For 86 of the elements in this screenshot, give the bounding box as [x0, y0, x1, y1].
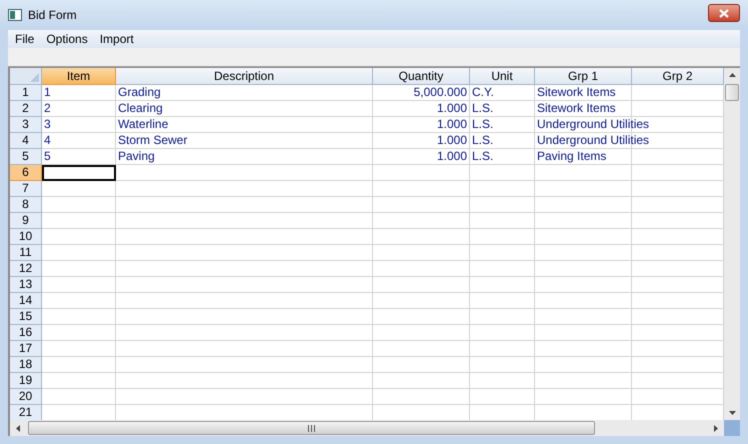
table-cell — [470, 357, 535, 373]
row-header[interactable]: 17 — [10, 341, 42, 357]
table-cell: 1.000 — [436, 117, 467, 132]
row-header[interactable]: 10 — [10, 229, 42, 245]
table-cell: Paving Items — [537, 149, 606, 164]
row-header[interactable]: 4 — [10, 133, 42, 149]
row-header[interactable]: 11 — [10, 245, 42, 261]
table-cell: 1.000 — [436, 101, 467, 116]
scroll-up-icon[interactable] — [728, 73, 736, 77]
close-button[interactable] — [708, 4, 740, 22]
table-cell: Storm Sewer — [118, 133, 188, 148]
table-cell: C.Y. — [472, 85, 494, 100]
select-all-icon — [30, 73, 39, 82]
row-header[interactable]: 19 — [10, 373, 42, 389]
row-header[interactable]: 15 — [10, 309, 42, 325]
table-cell: Sitework Items — [537, 85, 616, 100]
row-header[interactable]: 20 — [10, 389, 42, 405]
scroll-left-icon[interactable] — [16, 424, 20, 432]
grip-icon — [308, 424, 315, 432]
table-cell: 1.000 — [436, 133, 467, 148]
row-header[interactable]: 6 — [10, 165, 42, 181]
scroll-thumb[interactable] — [725, 84, 739, 101]
table-cell — [470, 373, 535, 389]
table-cell: Paving — [118, 149, 155, 164]
scroll-right-icon[interactable] — [714, 424, 718, 432]
row-header[interactable]: 16 — [10, 325, 42, 341]
table-cell: Underground Utilities — [537, 133, 650, 148]
table-cell: 3 — [44, 117, 51, 132]
row-header[interactable]: 14 — [10, 293, 42, 309]
row-header[interactable]: 12 — [10, 261, 42, 277]
menu-item[interactable]: File — [15, 30, 34, 48]
column-header[interactable]: Unit — [470, 68, 535, 85]
table-cell: 5,000.000 — [414, 85, 467, 100]
table-cell — [470, 229, 535, 245]
close-icon — [719, 8, 729, 18]
row-header[interactable]: 8 — [10, 197, 42, 213]
table-cell — [470, 261, 535, 277]
table-cell: Clearing — [118, 101, 163, 116]
table-cell: L.S. — [472, 117, 494, 132]
table-cell: Grading — [118, 85, 161, 100]
table-cell: Sitework Items — [537, 101, 616, 116]
table-cell — [470, 341, 535, 357]
row-header[interactable]: 7 — [10, 181, 42, 197]
table-cell: L.S. — [472, 133, 494, 148]
row-header[interactable]: 13 — [10, 277, 42, 293]
column-header[interactable]: Item — [42, 68, 116, 85]
table-cell — [470, 277, 535, 293]
row-header[interactable]: 2 — [10, 101, 42, 117]
scroll-thumb[interactable] — [28, 421, 595, 435]
column-header[interactable]: Grp 2 — [632, 68, 724, 85]
row-header[interactable]: 5 — [10, 149, 42, 165]
table-cell: 2 — [44, 101, 51, 116]
row-header[interactable]: 21 — [10, 405, 42, 420]
row-header[interactable]: 1 — [10, 85, 42, 101]
table-cell — [470, 181, 535, 197]
active-cell[interactable] — [42, 165, 116, 181]
table-cell: 5 — [44, 149, 51, 164]
table-cell: Waterline — [118, 117, 168, 132]
table-cell — [470, 309, 535, 325]
vertical-scrollbar[interactable] — [724, 68, 740, 420]
row-header[interactable]: 18 — [10, 357, 42, 373]
column-header[interactable]: Grp 1 — [535, 68, 632, 85]
table-cell — [470, 213, 535, 229]
table-cell: L.S. — [472, 101, 494, 116]
table-cell: 1.000 — [436, 149, 467, 164]
table-cell: L.S. — [472, 149, 494, 164]
window-title: Bid Form — [28, 7, 77, 24]
column-header[interactable]: Description — [116, 68, 373, 85]
scroll-corner — [724, 420, 740, 436]
table-cell — [470, 245, 535, 261]
window-icon — [8, 9, 22, 21]
table-cell: Underground Utilities — [537, 117, 650, 132]
table-cell — [470, 325, 535, 341]
menu-item[interactable]: Options — [46, 30, 88, 48]
table-cell — [470, 293, 535, 309]
horizontal-scrollbar[interactable] — [10, 420, 724, 436]
menu-item[interactable]: Import — [100, 30, 134, 48]
row-header[interactable]: 9 — [10, 213, 42, 229]
scroll-down-icon[interactable] — [728, 411, 736, 415]
table-cell — [470, 197, 535, 213]
table-cell: 4 — [44, 133, 51, 148]
row-header[interactable]: 3 — [10, 117, 42, 133]
table-cell: 1 — [44, 85, 51, 100]
corner-cell[interactable] — [10, 68, 42, 85]
table-cell — [470, 389, 535, 405]
column-header[interactable]: Quantity — [373, 68, 470, 85]
